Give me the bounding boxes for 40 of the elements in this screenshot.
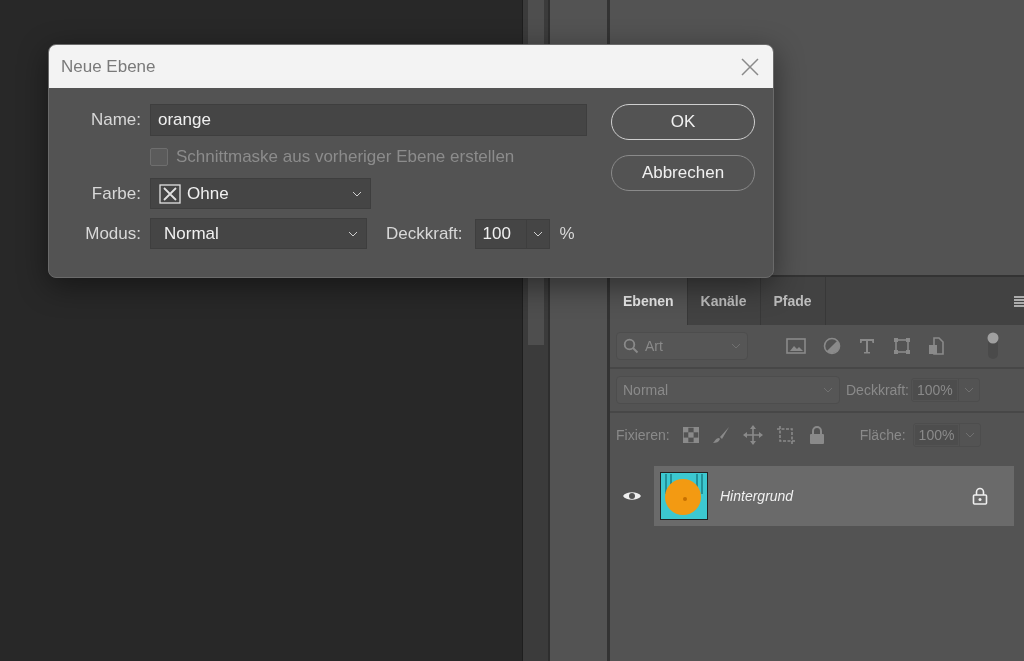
caret-icon (352, 190, 362, 197)
dialog-button[interactable]: OK (611, 104, 755, 140)
menu-icon[interactable] (1014, 294, 1024, 308)
move-icon[interactable] (742, 425, 763, 445)
half-circle-icon[interactable] (823, 337, 841, 355)
mode-label: Modus: (84, 222, 141, 245)
transform-icon[interactable] (893, 337, 911, 355)
color-label: Farbe: (90, 182, 141, 205)
window-title: Neue Ebene (61, 55, 156, 78)
opacity-label: Deckkraft: (386, 222, 463, 245)
caret-icon (731, 343, 741, 349)
caret-icon (532, 230, 543, 237)
fruit-thumbnail-drawing (660, 472, 708, 520)
opacity-combobox[interactable]: 100 (474, 218, 550, 249)
mode-dropdown[interactable]: Normal (150, 218, 367, 249)
brush-icon[interactable] (711, 426, 730, 444)
close-icon (741, 58, 759, 77)
dialog-button[interactable]: Abbrechen (611, 155, 755, 191)
document-icon[interactable] (928, 337, 944, 355)
caret-icon (965, 432, 976, 438)
checkbox-label: Schnittmaske aus vorheriger Ebene erstellen (176, 146, 515, 169)
layer-row[interactable]: Hintergrund (654, 466, 1014, 526)
color-dropdown[interactable]: Ohne (150, 178, 371, 209)
image-icon[interactable] (786, 337, 806, 355)
toggle-icon[interactable] (987, 332, 999, 360)
no-color-icon (159, 183, 181, 204)
lock-icon[interactable] (808, 426, 825, 444)
name-input[interactable]: orange (150, 104, 587, 136)
panel-tab[interactable]: Ebenen (610, 277, 688, 325)
eye-icon[interactable] (622, 490, 642, 502)
caret-icon (348, 230, 358, 237)
layer-name: Hintergrund (720, 486, 794, 506)
search-icon (623, 338, 639, 354)
caret-icon (823, 387, 833, 393)
text-icon[interactable] (858, 337, 876, 355)
crop-icon[interactable] (775, 425, 796, 445)
name-label: Name: (89, 109, 141, 132)
caret-icon (963, 387, 974, 393)
percent-sign: % (559, 222, 575, 245)
checkerboard-icon[interactable] (682, 427, 699, 443)
